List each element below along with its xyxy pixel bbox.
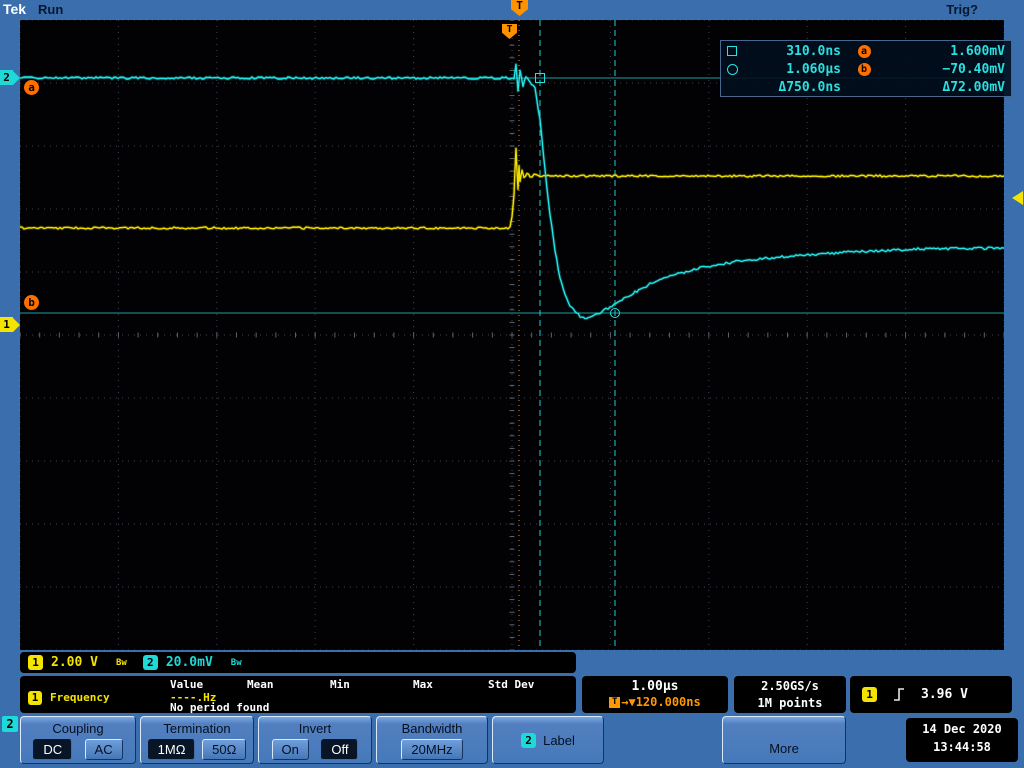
time-label: 13:44:58 bbox=[906, 740, 1018, 754]
ch2-marker-label: 2 bbox=[0, 70, 13, 85]
menu-button-termination[interactable]: Termination 1MΩ 50Ω bbox=[140, 716, 254, 764]
cursor-readout-box: 310.0ns a 1.600mV 1.060µs b −70.40mV Δ75… bbox=[720, 40, 1012, 97]
cursor-readout-row: 310.0ns a 1.600mV bbox=[727, 42, 1005, 60]
timebase-readout: 1.00µs T →▼120.000ns bbox=[582, 676, 728, 713]
label-channel-badge: 2 bbox=[521, 733, 536, 748]
cursor-delta-voltage: Δ72.00mV bbox=[887, 80, 1005, 95]
invert-label: Invert bbox=[259, 721, 371, 736]
ch1-position-marker: 1 bbox=[0, 317, 20, 332]
option-off[interactable]: Off bbox=[321, 739, 358, 760]
timebase-delay-value: →▼120.000ns bbox=[621, 695, 700, 709]
ch2-trace bbox=[20, 64, 1004, 318]
cursor2-circle-icon bbox=[727, 64, 749, 75]
acquisition-readout: 2.50GS/s 1M points bbox=[734, 676, 846, 713]
waveform-display bbox=[20, 20, 1004, 650]
record-length: 1M points bbox=[734, 696, 846, 710]
menu-button-coupling[interactable]: Coupling DC AC bbox=[20, 716, 136, 764]
trigger-status: Trig? bbox=[946, 2, 978, 17]
coupling-label: Coupling bbox=[21, 721, 135, 736]
ch2-position-marker: 2 bbox=[0, 70, 20, 85]
ch2-scale: 20.0mV bbox=[166, 655, 213, 670]
termination-label: Termination bbox=[141, 721, 253, 736]
option-20mhz[interactable]: 20MHz bbox=[401, 739, 462, 760]
sample-rate: 2.50GS/s bbox=[734, 679, 846, 693]
meas-header-mean: Mean bbox=[247, 678, 274, 691]
rising-edge-icon bbox=[893, 686, 905, 703]
date-label: 14 Dec 2020 bbox=[906, 722, 1018, 736]
menu-button-label[interactable]: 2 Label bbox=[492, 716, 604, 764]
cursor-delta-time: Δ750.0ns bbox=[749, 80, 841, 95]
timebase-scale: 1.00µs bbox=[582, 679, 728, 694]
graticule bbox=[20, 20, 1004, 650]
grid-layer bbox=[20, 20, 1004, 650]
trigger-readout: 1 3.96 V bbox=[850, 676, 1012, 713]
option-ac[interactable]: AC bbox=[85, 739, 123, 760]
meas-header-max: Max bbox=[413, 678, 433, 691]
ch1-scale: 2.00 V bbox=[51, 655, 98, 670]
channel-scale-bar: 1 2.00 V Bw 2 20.0mV Bw bbox=[20, 652, 576, 673]
menu-button-bandwidth[interactable]: Bandwidth 20MHz bbox=[376, 716, 488, 764]
trigger-level: 3.96 V bbox=[921, 687, 968, 702]
cursor-b-voltage: −70.40mV bbox=[887, 62, 1005, 77]
tek-logo: Tek bbox=[3, 1, 26, 17]
ch2-bandwidth-limit-icon: Bw bbox=[231, 658, 242, 668]
meas-header-stddev: Std Dev bbox=[488, 678, 534, 691]
meas-source-badge: 1 bbox=[28, 691, 42, 705]
more-label: More bbox=[723, 741, 845, 756]
cursor-a-readout-badge: a bbox=[841, 45, 887, 58]
datetime-box: 14 Dec 2020 13:44:58 bbox=[906, 718, 1018, 762]
ch1-marker-label: 1 bbox=[0, 317, 13, 332]
menu-channel-badge: 2 bbox=[2, 716, 18, 732]
trigger-position-flag-icon: T bbox=[511, 0, 528, 16]
cursor1-square-icon bbox=[727, 46, 749, 56]
measurement-box: Value Mean Min Max Std Dev 1 Frequency -… bbox=[20, 676, 576, 713]
ch1-marker-arrow-icon bbox=[13, 318, 20, 332]
meas-header-min: Min bbox=[330, 678, 350, 691]
acquisition-status: Run bbox=[38, 2, 63, 17]
trigger-level-arrow-icon bbox=[1012, 191, 1023, 205]
cursor-a-voltage: 1.600mV bbox=[887, 44, 1005, 59]
cursor2-time: 1.060µs bbox=[749, 62, 841, 77]
timebase-delay: T →▼120.000ns bbox=[582, 695, 728, 709]
ch2-marker-arrow-icon bbox=[13, 71, 20, 85]
option-50ohm[interactable]: 50Ω bbox=[202, 739, 246, 760]
ch2-badge: 2 bbox=[143, 655, 158, 670]
cursor-b-readout-badge: b bbox=[841, 63, 887, 76]
option-dc[interactable]: DC bbox=[33, 739, 72, 760]
cursor-readout-row: 1.060µs b −70.40mV bbox=[727, 60, 1005, 78]
trace-layer bbox=[20, 64, 1004, 318]
cursor-a-badge: a bbox=[24, 80, 39, 95]
label-text: Label bbox=[543, 733, 575, 748]
ch1-badge: 1 bbox=[28, 655, 43, 670]
oscilloscope-screen: Tek Run Trig? T T 2 1 a b 310.0ns a 1.60… bbox=[0, 0, 1024, 768]
meas-header-value: Value bbox=[170, 678, 203, 691]
cursor1-time: 310.0ns bbox=[749, 44, 841, 59]
trigger-flag-mini-icon: T bbox=[609, 697, 620, 708]
bandwidth-label: Bandwidth bbox=[377, 721, 487, 736]
ch2-trace-glow bbox=[20, 64, 1004, 318]
option-on[interactable]: On bbox=[272, 739, 309, 760]
cursor-b-badge: b bbox=[24, 295, 39, 310]
meas-note: No period found bbox=[170, 701, 269, 714]
cursor-readout-row: Δ750.0ns Δ72.00mV bbox=[727, 78, 1005, 96]
trigger-source-badge: 1 bbox=[862, 687, 877, 702]
ch1-bandwidth-limit-icon: Bw bbox=[116, 658, 127, 668]
menu-button-more[interactable]: More bbox=[722, 716, 846, 764]
menu-button-invert[interactable]: Invert On Off bbox=[258, 716, 372, 764]
meas-name: Frequency bbox=[50, 691, 110, 704]
option-1mohm[interactable]: 1MΩ bbox=[148, 739, 196, 760]
